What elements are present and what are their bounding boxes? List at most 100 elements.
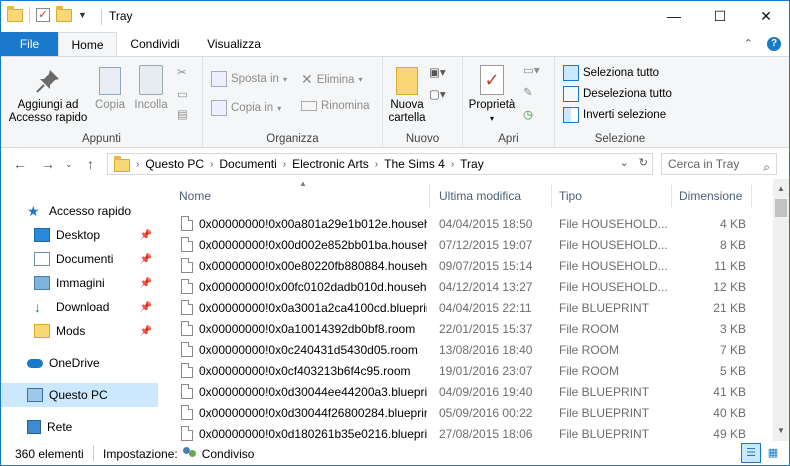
- pin-icon[interactable]: 📌: [140, 278, 152, 289]
- expand-ribbon-icon[interactable]: ⌃: [744, 37, 753, 51]
- up-button[interactable]: ↑: [87, 156, 94, 172]
- new-folder-icon[interactable]: [56, 5, 72, 22]
- tab-home[interactable]: Home: [58, 32, 117, 57]
- column-modified[interactable]: Ultima modifica: [439, 189, 521, 203]
- clipboard-group-label: Appunti: [81, 133, 121, 145]
- back-button[interactable]: ←: [13, 156, 27, 172]
- file-type: File HOUSEHOLD...: [559, 259, 668, 273]
- history-dropdown-icon[interactable]: ⌄: [620, 156, 629, 169]
- nav-item-pictures[interactable]: Immagini 📌: [1, 271, 158, 295]
- select-none-button[interactable]: Deseleziona tutto: [563, 86, 672, 102]
- file-row[interactable]: 0x00000000!0x00e80220fb880884.househo...…: [161, 256, 773, 277]
- file-list: ▲ Nome Ultima modifica Tipo Dimensione 0…: [161, 179, 773, 441]
- column-divider[interactable]: [429, 185, 430, 207]
- invert-selection-button[interactable]: Inverti selezione: [563, 107, 666, 123]
- pin-icon[interactable]: 📌: [140, 326, 152, 337]
- pin-quick-access-button[interactable]: Aggiungi ad Accesso rapido: [7, 67, 89, 125]
- large-icons-view-button[interactable]: ▦: [763, 443, 783, 463]
- edit-button[interactable]: ✎: [523, 85, 533, 99]
- nav-item-quick-access[interactable]: ★ Accesso rapido: [1, 199, 158, 223]
- divider: [93, 445, 94, 461]
- move-to-button[interactable]: Sposta in ▾: [211, 71, 287, 87]
- maximize-button[interactable]: ☐: [697, 1, 743, 31]
- nav-item-network[interactable]: Rete: [1, 415, 158, 439]
- nav-item-this-pc[interactable]: Questo PC: [1, 383, 158, 407]
- file-row[interactable]: 0x00000000!0x0d30044f26800284.blueprint 0…: [161, 403, 773, 424]
- address-tools: ⌄ ↻: [620, 156, 648, 169]
- address-bar[interactable]: › Questo PC › Documenti › Electronic Art…: [107, 153, 653, 175]
- history-button[interactable]: ◷: [523, 107, 533, 121]
- pin-icon[interactable]: 📌: [140, 302, 152, 313]
- download-icon: ↓: [34, 299, 41, 315]
- column-size[interactable]: Dimensione: [679, 189, 742, 203]
- paste-button[interactable]: Incolla: [131, 65, 171, 112]
- file-date: 22/01/2015 15:37: [439, 322, 533, 336]
- file-row[interactable]: 0x00000000!0x0d30044ee44200a3.blueprint 0…: [161, 382, 773, 403]
- column-name[interactable]: Nome: [179, 189, 211, 203]
- properties-button[interactable]: ✓ Proprietà ▾: [465, 65, 519, 125]
- file-row[interactable]: 0x00000000!0x0a3001a2ca4100cd.blueprint 0…: [161, 298, 773, 319]
- file-row[interactable]: 0x00000000!0x0c240431d5430d05.room 13/08/…: [161, 340, 773, 361]
- column-type[interactable]: Tipo: [559, 189, 582, 203]
- select-all-button[interactable]: Seleziona tutto: [563, 65, 659, 81]
- refresh-icon[interactable]: ↻: [639, 156, 648, 169]
- nav-item-desktop[interactable]: Desktop 📌: [1, 223, 158, 247]
- new-folder-button[interactable]: Nuova cartella: [385, 67, 429, 125]
- breadcrumb-this-pc[interactable]: Questo PC: [145, 157, 204, 171]
- recent-locations-button[interactable]: ⌄: [65, 159, 73, 170]
- details-view-button[interactable]: ☰: [741, 443, 761, 463]
- file-row[interactable]: 0x00000000!0x00fc0102dadb010d.househ... 0…: [161, 277, 773, 298]
- cut-button[interactable]: ✂: [177, 65, 187, 79]
- status-bar: 360 elementi Impostazione: Condiviso ☰ ▦: [1, 441, 789, 465]
- search-input[interactable]: Cerca in Tray ⌕: [661, 153, 777, 175]
- file-row[interactable]: 0x00000000!0x0a10014392db0bf8.room 22/01/…: [161, 319, 773, 340]
- minimize-button[interactable]: —: [651, 1, 697, 31]
- breadcrumb-the-sims-4[interactable]: The Sims 4: [384, 157, 445, 171]
- nav-item-onedrive[interactable]: OneDrive: [1, 351, 158, 375]
- copy-to-button[interactable]: Copia in ▾: [211, 100, 281, 116]
- forward-button[interactable]: →: [41, 156, 55, 172]
- nav-item-documents[interactable]: Documenti 📌: [1, 247, 158, 271]
- file-size: 3 KB: [719, 322, 746, 336]
- pin-icon[interactable]: 📌: [140, 254, 152, 265]
- nav-item-mods[interactable]: Mods 📌: [1, 319, 158, 343]
- file-row[interactable]: 0x00000000!0x00d002e852bb01ba.househ... 0…: [161, 235, 773, 256]
- column-divider[interactable]: [671, 185, 672, 207]
- pin-icon[interactable]: 📌: [140, 230, 152, 241]
- copy-button[interactable]: Copia: [91, 67, 129, 112]
- scroll-down-icon[interactable]: ▼: [773, 423, 789, 439]
- new-item-button[interactable]: ▣▾: [429, 65, 446, 79]
- help-icon[interactable]: ?: [767, 37, 781, 51]
- open-button[interactable]: ▭▾: [523, 63, 540, 77]
- copy-path-button[interactable]: ▭: [177, 87, 188, 101]
- column-divider[interactable]: [751, 185, 752, 207]
- file-name: 0x00000000!0x00e80220fb880884.househo...: [199, 259, 427, 273]
- properties-icon[interactable]: ✓: [36, 8, 50, 22]
- chevron-down-icon: ▾: [358, 75, 363, 84]
- file-row[interactable]: 0x00000000!0x0cf403213b6f4c95.room 19/01/…: [161, 361, 773, 382]
- vertical-scrollbar[interactable]: ▲ ▼: [773, 179, 789, 441]
- easy-access-button[interactable]: ▢▾: [429, 87, 446, 101]
- file-icon: [181, 426, 193, 441]
- customize-dropdown-icon[interactable]: ▼: [78, 10, 87, 20]
- file-name: 0x00000000!0x0c240431d5430d05.room: [199, 343, 418, 357]
- delete-button[interactable]: ✕ Elimina ▾: [301, 71, 362, 88]
- breadcrumb-electronic-arts[interactable]: Electronic Arts: [292, 157, 369, 171]
- rename-button[interactable]: Rinomina: [301, 100, 370, 112]
- file-date: 09/07/2015 15:14: [439, 259, 533, 273]
- breadcrumb-documents[interactable]: Documenti: [219, 157, 276, 171]
- tab-file[interactable]: File: [1, 32, 58, 56]
- paste-shortcut-button[interactable]: ▤: [177, 107, 188, 121]
- file-row[interactable]: 0x00000000!0x00a801a29e1b012e.househ... 0…: [161, 214, 773, 235]
- scroll-up-icon[interactable]: ▲: [773, 181, 789, 197]
- select-none-icon: [563, 86, 579, 102]
- close-button[interactable]: ✕: [743, 1, 789, 31]
- window-controls: — ☐ ✕: [651, 1, 789, 31]
- breadcrumb-tray[interactable]: Tray: [460, 157, 484, 171]
- tab-share[interactable]: Condividi: [119, 32, 191, 56]
- file-icon: [181, 237, 193, 252]
- nav-item-downloads[interactable]: ↓ Download 📌: [1, 295, 158, 319]
- column-divider[interactable]: [551, 185, 552, 207]
- tab-view[interactable]: Visualizza: [195, 32, 273, 56]
- scrollbar-thumb[interactable]: [775, 199, 787, 217]
